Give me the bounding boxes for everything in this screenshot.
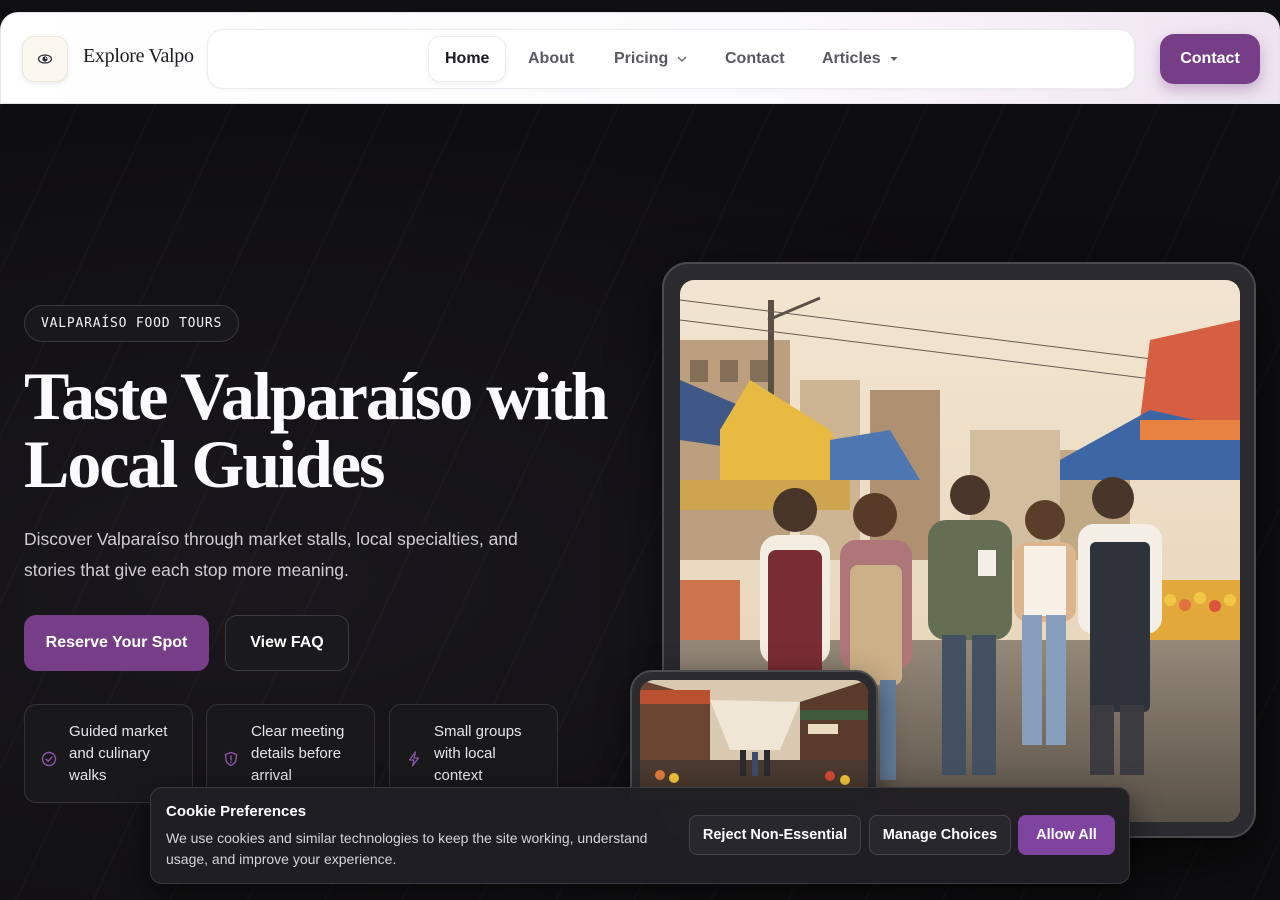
- reserve-spot-button[interactable]: Reserve Your Spot: [24, 615, 209, 671]
- nav-item-pricing[interactable]: Pricing: [614, 35, 688, 83]
- cookie-text: We use cookies and similar technologies …: [166, 830, 648, 867]
- nav-item-label: Home: [445, 50, 490, 67]
- hero-title-line1: Taste Valparaíso with: [24, 358, 609, 434]
- contact-button[interactable]: Contact: [1160, 34, 1260, 84]
- nav-item-label: Pricing: [614, 50, 669, 67]
- top-navbar: Explore Valpo Home About Pricing Contact…: [0, 12, 1280, 104]
- lightning-icon: [408, 751, 420, 767]
- brand-name[interactable]: Explore Valpo: [83, 45, 194, 68]
- shield-icon: [224, 751, 238, 767]
- hero-title: Taste Valparaíso with Local Guides: [24, 362, 624, 498]
- allow-all-button[interactable]: Allow All: [1018, 815, 1115, 855]
- hero-title-line2: Local Guides: [24, 426, 385, 502]
- market-alley-photo: [640, 680, 868, 800]
- phone-frame: [630, 670, 878, 800]
- chevron-down-icon: [677, 56, 687, 63]
- brand-logo[interactable]: [22, 36, 68, 82]
- hero-eyebrow-badge: VALPARAÍSO FOOD TOURS: [24, 305, 240, 342]
- reject-non-essential-button[interactable]: Reject Non-Essential: [689, 815, 861, 855]
- cookie-banner: Cookie Preferences We use cookies and si…: [150, 787, 1130, 884]
- eye-logo-icon: [37, 54, 53, 64]
- nav-item-articles[interactable]: Articles: [822, 35, 899, 83]
- hero-subtitle: Discover Valparaíso through market stall…: [24, 529, 518, 580]
- caret-down-icon: [890, 57, 898, 61]
- view-faq-button[interactable]: View FAQ: [225, 615, 349, 671]
- nav-item-label: Articles: [822, 50, 881, 67]
- check-circle-icon: [41, 751, 57, 767]
- nav-item-about[interactable]: About: [528, 35, 574, 83]
- nav-item-label: About: [528, 50, 575, 67]
- nav-item-contact[interactable]: Contact: [725, 35, 785, 83]
- nav-item-home[interactable]: Home: [428, 36, 507, 82]
- cookie-title: Cookie Preferences: [166, 803, 307, 820]
- manage-choices-button[interactable]: Manage Choices: [869, 815, 1011, 855]
- nav-item-label: Contact: [725, 50, 785, 67]
